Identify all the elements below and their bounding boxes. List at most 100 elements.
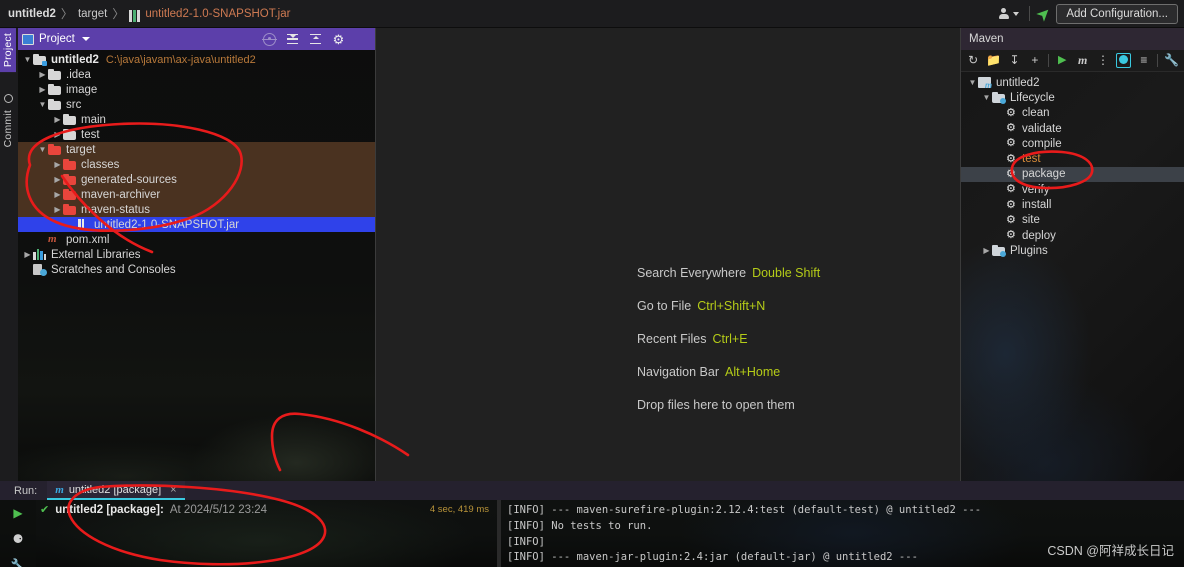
libraries-icon <box>33 249 46 260</box>
tree-node-test[interactable]: ▶test <box>18 127 375 142</box>
chevron-down-icon[interactable] <box>82 37 90 41</box>
run-tab-bar: Run: m untitled2 [package] × <box>0 481 1184 500</box>
tree-node-maven-archiver[interactable]: ▶maven-archiver <box>18 187 375 202</box>
run-icon[interactable]: ▶ <box>1055 53 1069 68</box>
ide-window: untitled2 〉 target 〉 untitled2-1.0-SNAPS… <box>0 0 1184 567</box>
tree-node--idea[interactable]: ▶ .idea <box>18 67 375 82</box>
chevron-down-icon[interactable]: ▼ <box>22 55 33 64</box>
settings-wrench-icon[interactable]: 🔧 <box>10 558 26 567</box>
maven-node-lifecycle[interactable]: ▼Lifecycle <box>961 90 1184 105</box>
tree-node-src[interactable]: ▼src <box>18 97 375 112</box>
collapse-all-icon[interactable]: ≡ <box>1137 53 1151 68</box>
chevron-right-icon: ▶ <box>995 124 1006 133</box>
chevron-down-icon[interactable]: ▼ <box>37 145 48 154</box>
maven-node-label: validate <box>1022 123 1062 135</box>
tree-node-image[interactable]: ▶image <box>18 82 375 97</box>
tree-node-untitled2[interactable]: ▼untitled2C:\java\javam\ax-java\untitled… <box>18 52 375 67</box>
maven-node-validate[interactable]: ▶⚙validate <box>961 121 1184 136</box>
maven-node-compile[interactable]: ▶⚙compile <box>961 136 1184 151</box>
gear-icon: ⚙ <box>1006 184 1017 195</box>
tree-node-generated-sources[interactable]: ▶generated-sources <box>18 172 375 187</box>
sidebar-tab-commit[interactable]: Commit <box>0 105 16 152</box>
chevron-right-icon[interactable]: ▶ <box>37 85 48 94</box>
run-result-line[interactable]: ✔ untitled2 [package]: At 2024/5/12 23:2… <box>40 501 495 518</box>
maven-node-site[interactable]: ▶⚙ site <box>961 213 1184 228</box>
chevron-right-icon[interactable]: ▶ <box>52 130 63 139</box>
chevron-right-icon[interactable]: ▶ <box>981 246 992 255</box>
chevron-right-icon: ▶ <box>995 139 1006 148</box>
breadcrumb-root[interactable]: untitled2 <box>8 8 56 20</box>
maven-node-untitled2[interactable]: ▼untitled2 <box>961 75 1184 90</box>
gear-icon[interactable]: ⚙ <box>332 33 345 46</box>
gear-icon: ⚙ <box>1006 215 1017 226</box>
tree-node-label: maven-status <box>81 204 150 216</box>
rerun-icon[interactable]: ▶ <box>10 506 26 520</box>
run-arrow-icon[interactable]: ➤ <box>1034 4 1054 24</box>
chevron-right-icon[interactable]: ▶ <box>52 160 63 169</box>
maven-node-label: deploy <box>1022 230 1056 242</box>
chevron-right-icon: ▶ <box>22 265 33 274</box>
tree-node-label: External Libraries <box>51 249 140 261</box>
tree-node-classes[interactable]: ▶classes <box>18 157 375 172</box>
tree-node-maven-status[interactable]: ▶ maven-status <box>18 202 375 217</box>
run-tab-untitled2-package[interactable]: m untitled2 [package] × <box>47 481 184 500</box>
toggle-offline-icon[interactable] <box>1116 53 1130 68</box>
chevron-down-icon[interactable]: ▼ <box>981 93 992 102</box>
project-panel-header: Project ⚙ <box>18 28 375 50</box>
reload-icon[interactable]: ↻ <box>966 53 980 68</box>
maven-node-verify[interactable]: ▶⚙verify <box>961 182 1184 197</box>
folder-icon <box>63 174 76 185</box>
chevron-right-icon[interactable]: ▶ <box>22 250 33 259</box>
skip-tests-icon[interactable]: ⋮ <box>1096 53 1110 68</box>
collapse-all-icon[interactable] <box>286 33 299 46</box>
chevron-down-icon[interactable]: ▼ <box>37 100 48 109</box>
add-maven-project-icon[interactable]: 📁 <box>986 53 1001 68</box>
chevron-right-icon[interactable]: ▶ <box>52 205 63 214</box>
tree-node-external-libraries[interactable]: ▶ External Libraries <box>18 247 375 262</box>
settings-icon[interactable]: 🔧 <box>1164 53 1179 68</box>
chevron-down-icon <box>1013 12 1019 16</box>
folder-icon <box>63 129 76 140</box>
breadcrumb-separator-1: 〉 <box>61 5 73 22</box>
tree-node-main[interactable]: ▶main <box>18 112 375 127</box>
tree-node-label: untitled2 <box>51 54 99 66</box>
maven-node-label: verify <box>1022 184 1049 196</box>
tree-node-untitled2-1-0-snapshot-jar[interactable]: ▶untitled2-1.0-SNAPSHOT.jar <box>18 217 375 232</box>
stop-icon[interactable]: ⚈ <box>10 532 26 546</box>
locate-icon[interactable] <box>263 33 276 46</box>
toolbar-divider <box>1048 54 1049 67</box>
tree-node-scratches-and-consoles[interactable]: ▶Scratches and Consoles <box>18 262 375 277</box>
tree-node-pom-xml[interactable]: ▶mpom.xml <box>18 232 375 247</box>
chevron-down-icon[interactable]: ▼ <box>967 78 978 87</box>
maven-node-test[interactable]: ▶⚙test <box>961 151 1184 166</box>
breadcrumb-target[interactable]: target <box>78 8 107 20</box>
close-icon[interactable]: × <box>170 484 176 496</box>
chevron-right-icon[interactable]: ▶ <box>52 190 63 199</box>
maven-node-package[interactable]: ▶⚙package <box>961 167 1184 182</box>
tree-node-target[interactable]: ▼target <box>18 142 375 157</box>
folder-icon <box>48 99 61 110</box>
chevron-right-icon: ▶ <box>995 216 1006 225</box>
maven-node-clean[interactable]: ▶⚙clean <box>961 106 1184 121</box>
hide-icon[interactable] <box>355 33 368 46</box>
download-sources-icon[interactable]: ↧ <box>1007 53 1021 68</box>
maven-node-deploy[interactable]: ▶⚙deploy <box>961 228 1184 243</box>
maven-node-install[interactable]: ▶⚙install <box>961 197 1184 212</box>
sidebar-tab-project[interactable]: Project <box>0 28 16 72</box>
breadcrumb-file[interactable]: untitled2-1.0-SNAPSHOT.jar <box>145 8 290 20</box>
chevron-right-icon[interactable]: ▶ <box>52 175 63 184</box>
chevron-right-icon: ▶ <box>995 155 1006 164</box>
expand-all-icon[interactable] <box>309 33 322 46</box>
editor-hint: Go to FileCtrl+Shift+N <box>637 299 820 313</box>
breadcrumb-separator-2: 〉 <box>112 5 124 22</box>
tree-node-label: .idea <box>66 69 91 81</box>
chevron-right-icon[interactable]: ▶ <box>37 70 48 79</box>
editor-hint-shortcut: Ctrl+E <box>712 332 747 346</box>
chevron-right-icon[interactable]: ▶ <box>52 115 63 124</box>
maven-node-plugins[interactable]: ▶Plugins <box>961 243 1184 258</box>
plus-icon[interactable]: + <box>1028 53 1042 68</box>
person-dropdown-button[interactable] <box>995 6 1022 22</box>
maven-goal-icon[interactable]: m <box>1075 53 1089 68</box>
maven-node-label: site <box>1022 214 1040 226</box>
add-configuration-button[interactable]: Add Configuration... <box>1056 4 1178 24</box>
